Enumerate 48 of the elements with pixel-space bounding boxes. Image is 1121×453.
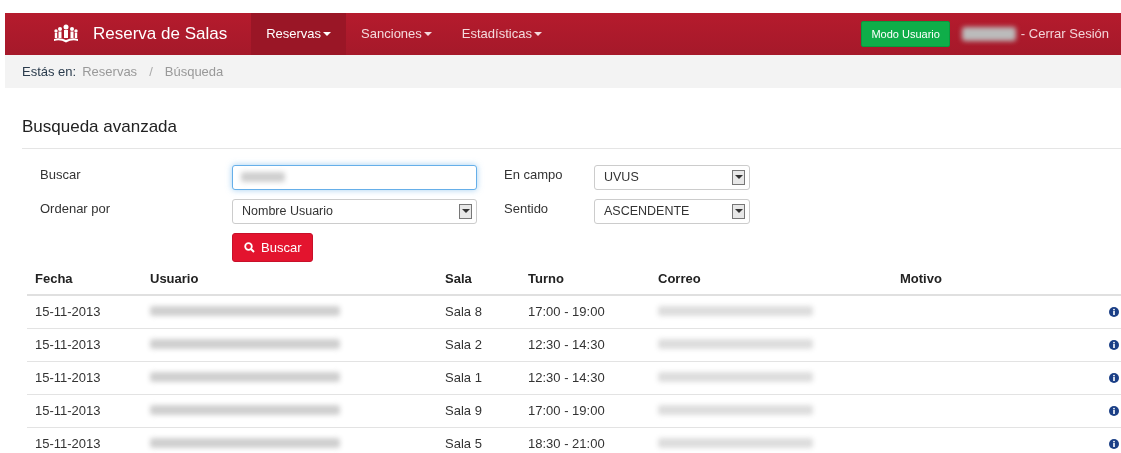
table-cell: Sala 1 bbox=[437, 361, 520, 394]
info-icon[interactable] bbox=[1109, 307, 1119, 318]
breadcrumb-label: Estás en: bbox=[22, 62, 77, 81]
brand-title[interactable]: Reserva de Salas bbox=[93, 21, 228, 47]
search-icon bbox=[244, 241, 255, 253]
table-cell: 15-11-2013 bbox=[27, 394, 142, 427]
table-cell: 17:00 - 19:00 bbox=[520, 394, 650, 427]
nav-menu[interactable]: Estadísticas bbox=[446, 13, 557, 55]
info-icon[interactable] bbox=[1109, 439, 1119, 450]
info-icon[interactable] bbox=[1109, 373, 1119, 384]
redacted-text bbox=[241, 172, 285, 182]
table-cell: Sala 5 bbox=[437, 427, 520, 453]
table-cell: 18:30 - 21:00 bbox=[520, 427, 650, 453]
dropdown[interactable]: UVUS bbox=[594, 164, 750, 190]
table-cell: Sala 9 bbox=[437, 394, 520, 427]
nav-menu[interactable]: Reservas bbox=[251, 13, 347, 55]
column-header: Turno bbox=[520, 264, 650, 295]
info-icon[interactable] bbox=[1109, 406, 1119, 417]
column-header: Correo bbox=[650, 264, 892, 295]
dropdown[interactable]: ASCENDENTE bbox=[594, 198, 750, 224]
form-label: Sentido bbox=[504, 199, 550, 218]
table-cell: 15-11-2013 bbox=[27, 427, 142, 453]
page-heading: Busqueda avanzada bbox=[22, 114, 1121, 149]
nav-menu[interactable]: Sanciones bbox=[346, 13, 447, 55]
info-icon[interactable] bbox=[1109, 340, 1119, 351]
table-cell: Sala 8 bbox=[437, 295, 520, 328]
table-cell: 15-11-2013 bbox=[27, 295, 142, 328]
search-field[interactable] bbox=[232, 164, 477, 190]
column-header: Fecha bbox=[27, 264, 142, 295]
search-button[interactable]: Buscar bbox=[232, 232, 314, 262]
table-cell: 15-11-2013 bbox=[27, 361, 142, 394]
table-cell: Sala 2 bbox=[437, 328, 520, 361]
mode-button[interactable]: Modo Usuario bbox=[861, 20, 950, 48]
form-label: Buscar bbox=[40, 165, 82, 184]
dropdown[interactable]: Nombre Usuario bbox=[232, 198, 477, 224]
table-cell: 12:30 - 14:30 bbox=[520, 328, 650, 361]
redacted-username bbox=[961, 27, 1016, 41]
breadcrumb-separator: / bbox=[149, 62, 153, 81]
logout-link[interactable]: - Cerrar Sesión bbox=[1020, 24, 1109, 44]
table-cell: 17:00 - 19:00 bbox=[520, 295, 650, 328]
column-header: Usuario bbox=[142, 264, 437, 295]
form-label: Ordenar por bbox=[40, 199, 112, 218]
table-cell: 15-11-2013 bbox=[27, 328, 142, 361]
books-people-icon bbox=[53, 24, 79, 44]
column-header: Motivo bbox=[892, 264, 1097, 295]
table-cell: 12:30 - 14:30 bbox=[520, 361, 650, 394]
form-label: En campo bbox=[504, 165, 564, 184]
column-header: Sala bbox=[437, 264, 520, 295]
